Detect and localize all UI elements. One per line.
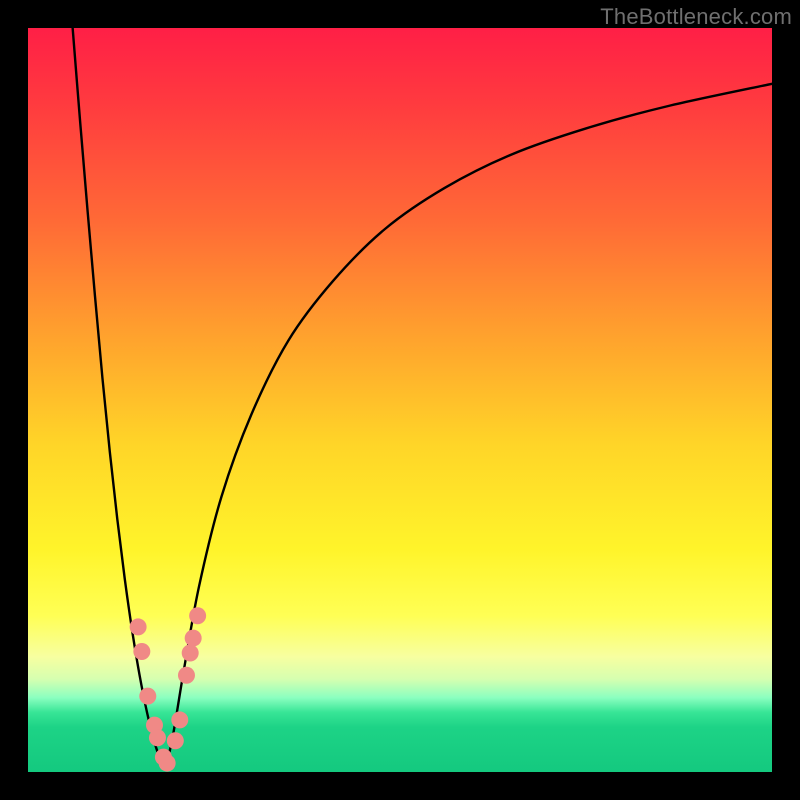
curve-group [73,28,772,768]
marker-dot [189,607,206,624]
watermark-text: TheBottleneck.com [600,4,792,30]
marker-dot [182,644,199,661]
marker-dot [139,688,156,705]
marker-dot [149,729,166,746]
right-branch-path [166,84,772,768]
marker-dot [171,711,188,728]
marker-dot [159,755,176,772]
marker-dot [178,667,195,684]
marker-dot [167,732,184,749]
marker-dot [130,618,147,635]
chart-frame: TheBottleneck.com [0,0,800,800]
marker-dot [133,643,150,660]
chart-svg [28,28,772,772]
marker-dot [185,630,202,647]
